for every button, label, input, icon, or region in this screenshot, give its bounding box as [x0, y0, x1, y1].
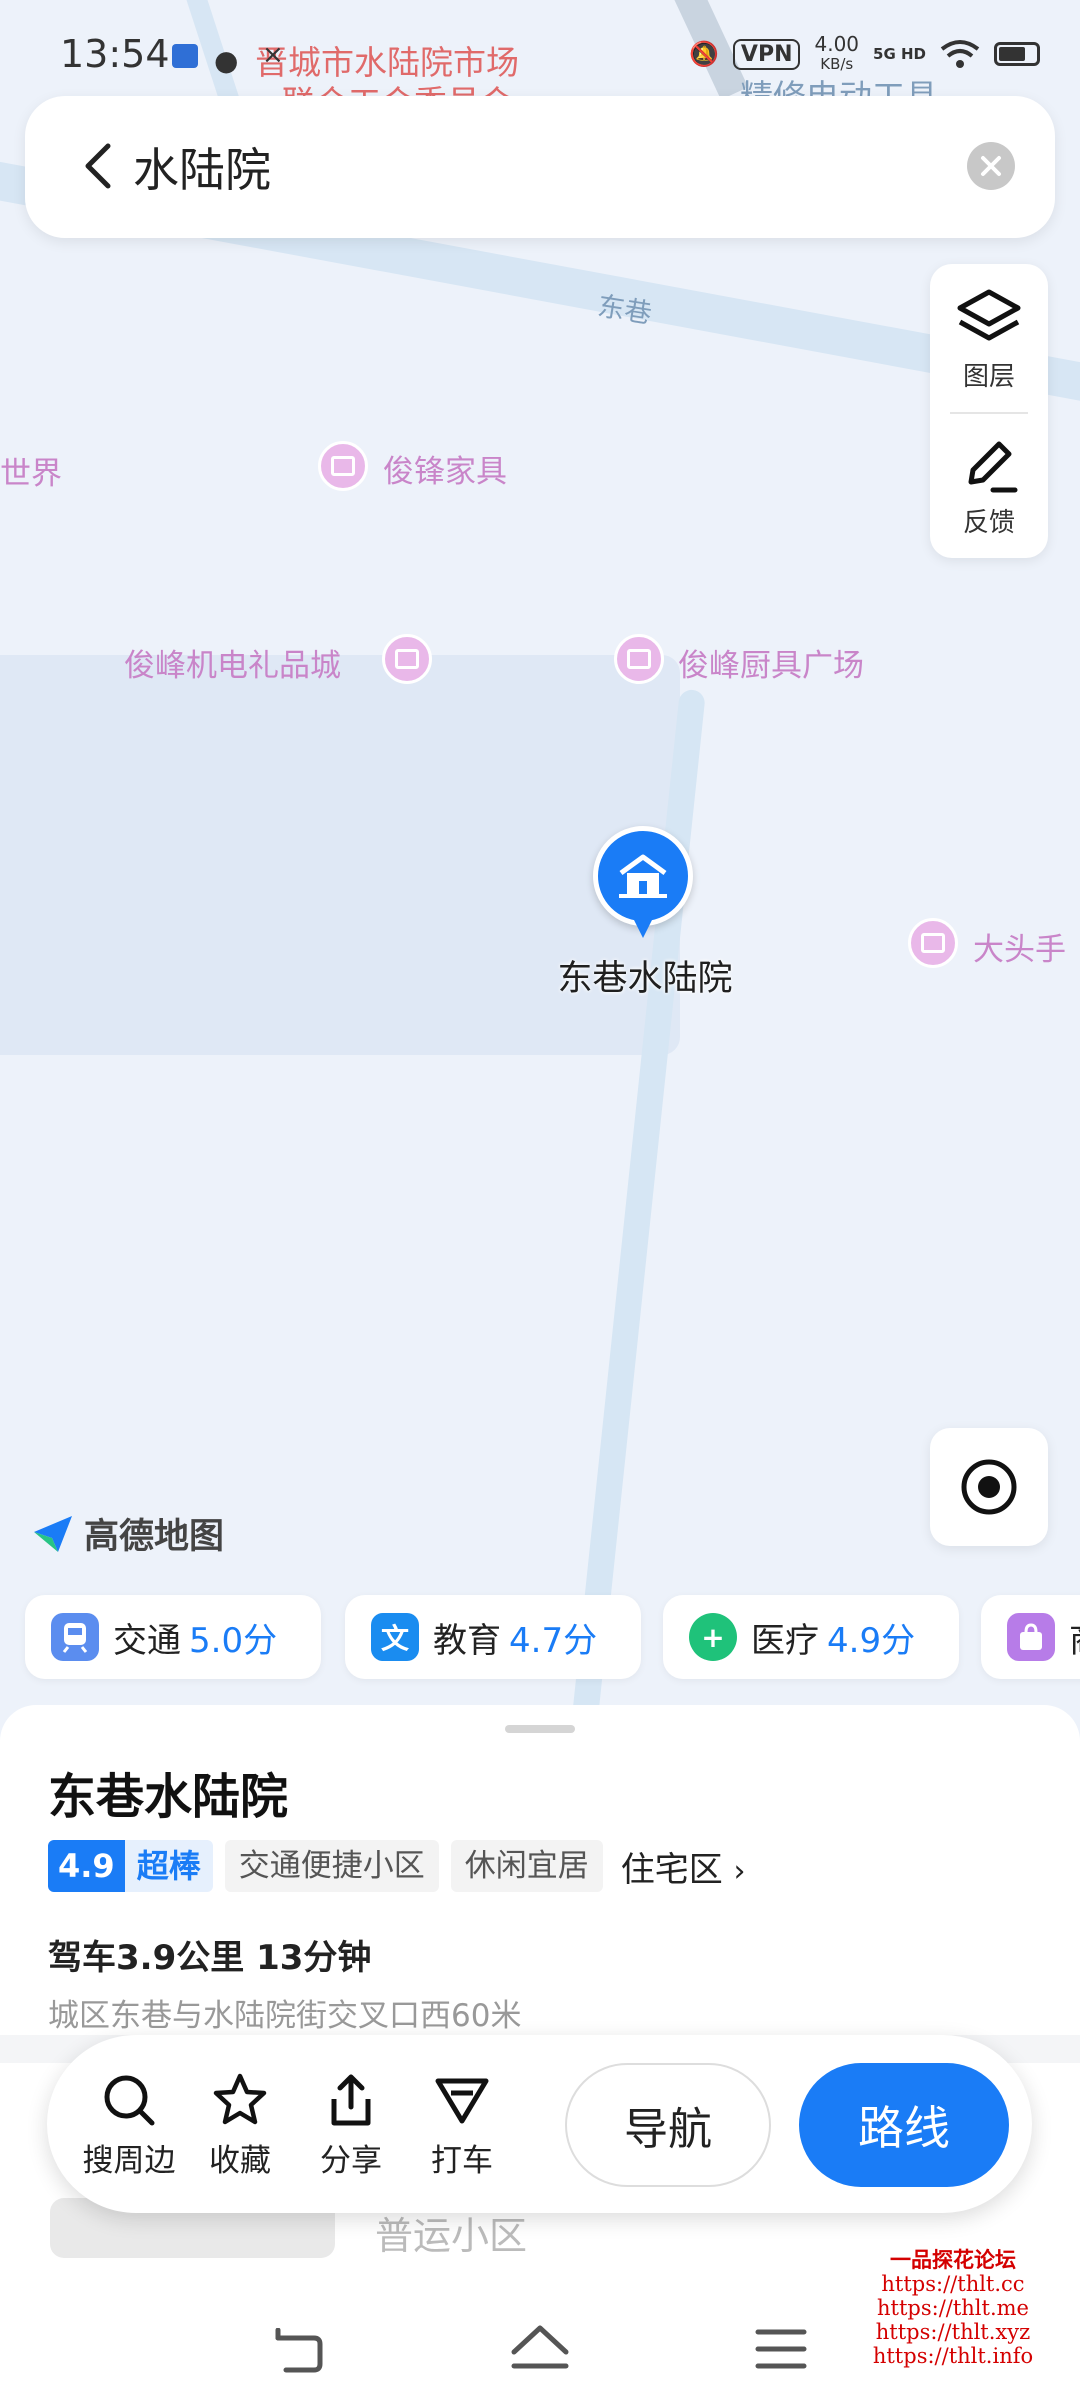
app-notification-icon — [172, 44, 198, 68]
place-tag: 交通便捷小区 — [224, 1840, 439, 1892]
amap-logo: 高德地图 — [30, 1508, 224, 1559]
place-category-link[interactable]: 住宅区 › — [621, 1842, 746, 1891]
place-title: 东巷水陆院 — [48, 1769, 289, 1825]
chip-score: 4.9分 — [827, 1620, 916, 1661]
wechat-icon: ● — [214, 44, 239, 77]
chip-transport[interactable]: 交通 5.0分 — [25, 1595, 321, 1679]
rating-score: 4.9 — [48, 1840, 125, 1892]
network-speed: 4.00 — [814, 32, 860, 56]
share-icon — [331, 2074, 371, 2126]
chip-score: 5.0分 — [189, 1620, 278, 1661]
chip-label: 交通 — [113, 1620, 181, 1661]
shop-poi-icon[interactable] — [318, 441, 368, 491]
layers-button[interactable]: 图层 — [930, 286, 1048, 393]
navigate-button[interactable]: 导航 — [565, 2063, 771, 2187]
chip-label: 医疗 — [751, 1620, 819, 1661]
chip-score: 4.7分 — [509, 1620, 598, 1661]
education-icon: 文 — [371, 1613, 419, 1661]
route-button[interactable]: 路线 — [799, 2063, 1009, 2187]
network-type: 5G HD — [873, 45, 926, 63]
house-icon — [619, 854, 667, 898]
vpn-badge: VPN — [732, 38, 801, 70]
search-nearby-button[interactable]: 搜周边 — [73, 2071, 185, 2180]
search-icon — [104, 2075, 155, 2126]
back-nav-icon[interactable] — [270, 2328, 326, 2378]
taxi-button[interactable]: 打车 — [406, 2071, 518, 2180]
train-icon — [51, 1613, 99, 1661]
network-speed-unit: KB/s — [820, 55, 854, 73]
layers-icon — [957, 289, 1021, 341]
feedback-button[interactable]: 反馈 — [930, 434, 1048, 539]
chip-education[interactable]: 文 教育 4.7分 — [345, 1595, 641, 1679]
place-tag: 休闲宜居 — [450, 1840, 603, 1892]
battery-icon — [994, 42, 1040, 66]
chevron-right-icon: › — [733, 1853, 746, 1889]
taxi-icon — [435, 2078, 489, 2124]
medical-plus-icon: + — [689, 1613, 737, 1661]
rating-text: 超棒 — [124, 1840, 213, 1892]
edit-icon — [968, 441, 1018, 493]
search-bar[interactable]: 水陆院 — [25, 96, 1055, 238]
layers-label: 图层 — [962, 362, 1015, 392]
place-category: 住宅区 — [620, 1849, 723, 1890]
amap-logo-icon — [34, 1515, 72, 1552]
system-nav-bar — [0, 2300, 1080, 2400]
selected-place-marker[interactable] — [593, 826, 693, 946]
map-poi-label[interactable]: 俊峰厨具广场 — [678, 640, 864, 685]
status-time: 13:54 — [60, 32, 170, 76]
place-address: 城区东巷与水陆院街交叉口西60米 — [48, 1998, 522, 2034]
favorite-label: 收藏 — [209, 2143, 271, 2179]
shop-poi-icon[interactable] — [614, 634, 664, 684]
marker-label: 东巷水陆院 — [557, 959, 733, 999]
map-poi-label[interactable]: 大头手 — [973, 924, 1066, 969]
watermark-line: https://thlt.cc — [881, 2272, 1025, 2296]
map-tools-panel: 图层 反馈 — [930, 264, 1048, 558]
road-name-label: 东巷 — [595, 290, 654, 330]
shop-poi-icon[interactable] — [382, 634, 432, 684]
chip-label: 商 — [1069, 1613, 1080, 1662]
chip-label: 教育 — [433, 1620, 501, 1661]
favorite-button[interactable]: 收藏 — [184, 2071, 296, 2180]
wifi-icon — [940, 40, 980, 68]
sheet-drag-handle[interactable] — [505, 1725, 575, 1733]
menu-nav-icon[interactable] — [754, 2326, 808, 2372]
drive-route-info: 驾车3.9公里 13分钟 — [48, 1938, 372, 1978]
close-notification-icon: × — [262, 40, 284, 70]
locate-me-button[interactable] — [930, 1428, 1048, 1546]
action-bar: 搜周边 收藏 分享 打车 导航 路线 — [47, 2035, 1032, 2213]
rating-row: 4.9 超棒 交通便捷小区 休闲宜居 住宅区 › — [48, 1840, 746, 1892]
mute-icon: 🔕 — [689, 40, 719, 68]
taxi-label: 打车 — [431, 2143, 493, 2179]
map-poi-label[interactable]: 俊峰机电礼品城 — [124, 640, 341, 685]
target-icon — [961, 1459, 1017, 1515]
feedback-label: 反馈 — [962, 508, 1015, 538]
search-query[interactable]: 水陆院 — [133, 134, 271, 200]
share-label: 分享 — [320, 2143, 382, 2179]
chip-shopping[interactable]: 商 — [981, 1595, 1080, 1679]
search-nearby-label: 搜周边 — [82, 2143, 176, 2179]
nearby-item-title[interactable]: 普运小区 — [375, 2205, 527, 2260]
amap-logo-text: 高德地图 — [84, 1517, 225, 1557]
watermark-line: 一品探花论坛 — [890, 2247, 1016, 2272]
map-poi-label[interactable]: 世界 — [0, 448, 62, 493]
home-nav-icon[interactable] — [510, 2322, 570, 2378]
map-poi-label[interactable]: 俊锋家具 — [383, 446, 507, 491]
shopping-bag-icon — [1007, 1613, 1055, 1661]
share-button[interactable]: 分享 — [295, 2071, 407, 2180]
back-arrow-icon[interactable] — [70, 136, 130, 196]
clear-search-icon[interactable] — [967, 142, 1015, 190]
phone-poi-icon[interactable] — [908, 918, 958, 968]
star-icon — [213, 2073, 267, 2125]
status-bar: 13:54 ● × 🔕 VPN 4.00 KB/s 5G HD — [0, 0, 1080, 96]
chip-medical[interactable]: + 医疗 4.9分 — [663, 1595, 959, 1679]
